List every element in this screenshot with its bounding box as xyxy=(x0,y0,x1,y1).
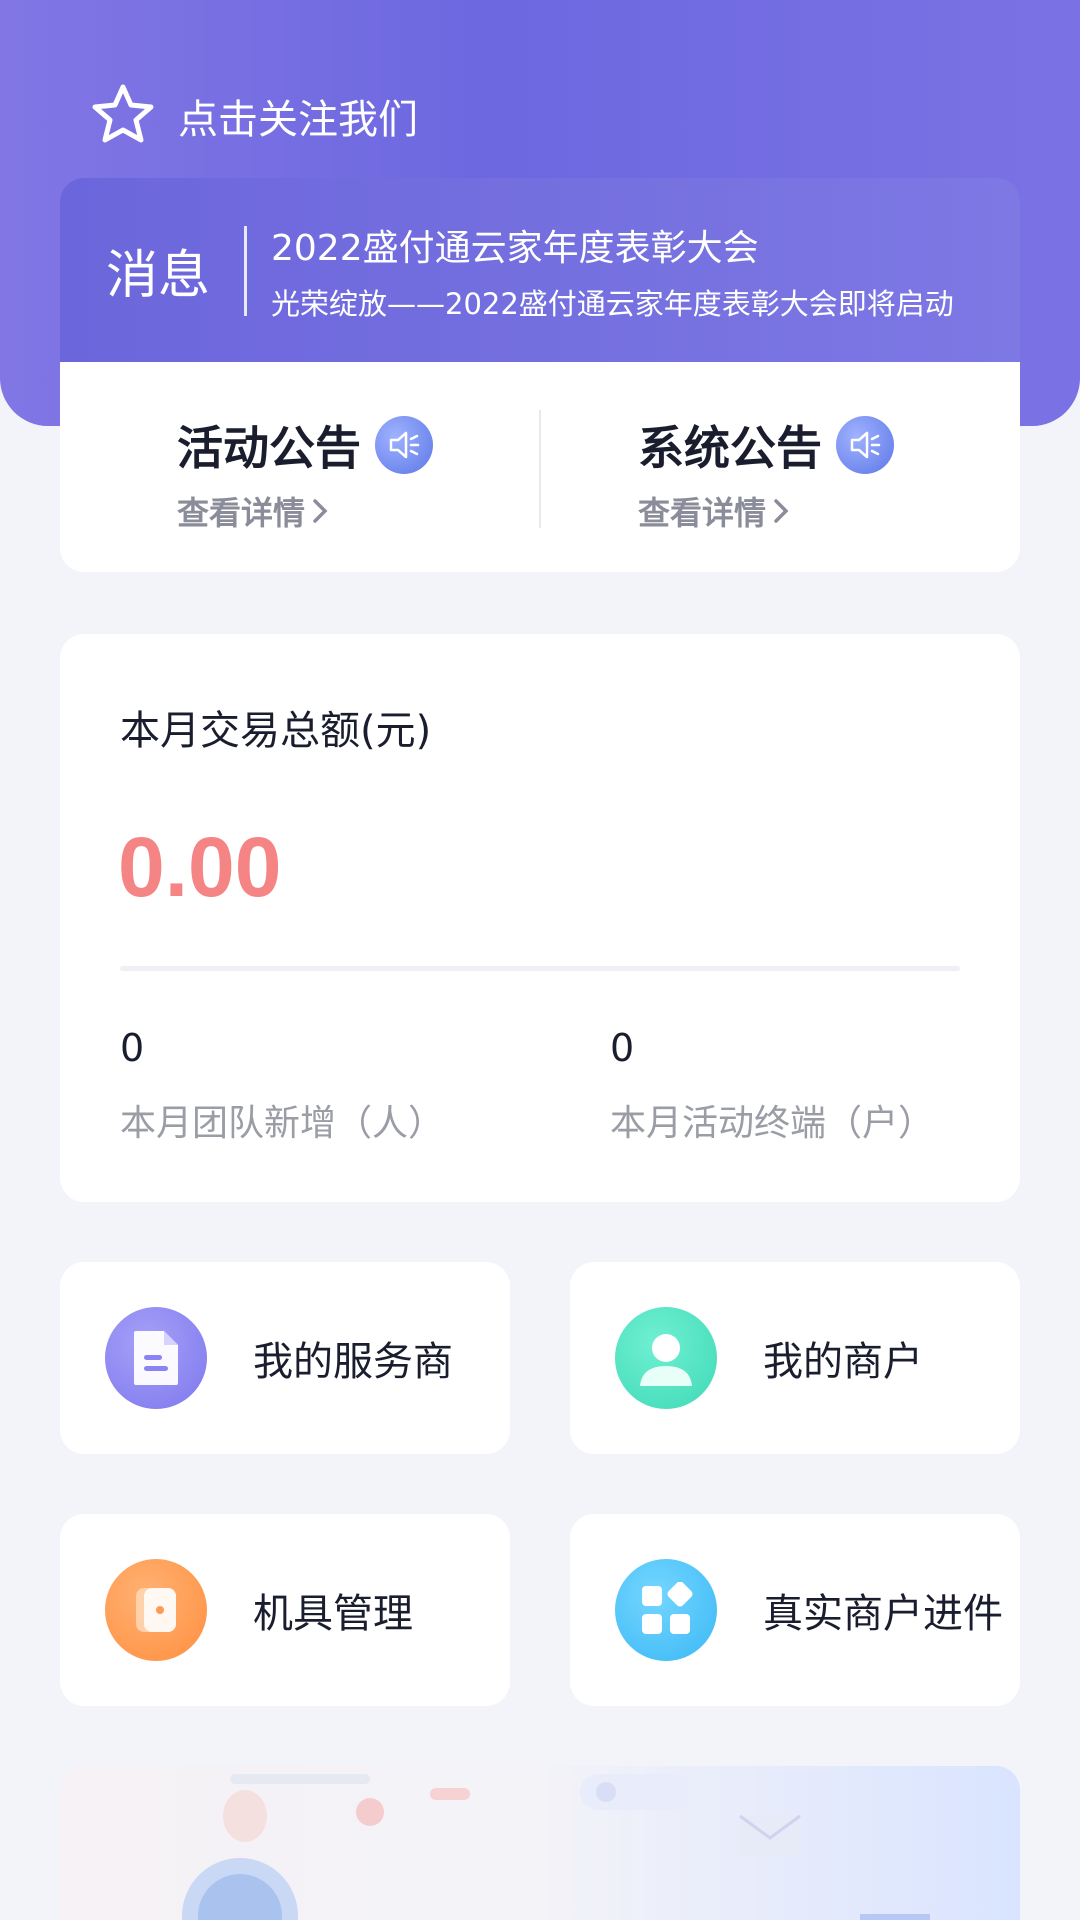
message-label: 消息 xyxy=(106,246,211,306)
system-notice-link[interactable]: 查看详情 xyxy=(638,488,894,534)
team-new-value: 0 xyxy=(120,1026,145,1070)
my-merchants-button[interactable]: 我的商户 xyxy=(570,1262,1020,1454)
monthly-total-label: 本月交易总额(元) xyxy=(120,708,432,754)
grid-apps-icon xyxy=(615,1559,717,1661)
promo-illustration xyxy=(182,1774,930,1920)
my-merchants-label: 我的商户 xyxy=(763,1339,923,1385)
team-new-stat: 0 本月团队新增（人） xyxy=(120,1026,444,1146)
promo-banner[interactable] xyxy=(60,1766,1020,1920)
speaker-icon xyxy=(375,416,433,474)
active-terminals-value: 0 xyxy=(610,1026,635,1070)
chevron-right-icon xyxy=(774,499,789,523)
speaker-icon xyxy=(836,416,894,474)
message-subtitle: 光荣绽放——2022盛付通云家年度表彰大会即将启动 xyxy=(271,286,954,321)
device-management-label: 机具管理 xyxy=(253,1591,413,1637)
star-icon xyxy=(90,83,156,149)
document-icon xyxy=(105,1307,207,1409)
view-details-label: 查看详情 xyxy=(177,494,306,532)
chevron-right-icon xyxy=(313,499,328,523)
my-service-providers-button[interactable]: 我的服务商 xyxy=(60,1262,510,1454)
follow-us-button[interactable]: 点击关注我们 xyxy=(90,84,418,148)
message-divider xyxy=(244,225,247,316)
active-terminals-stat: 0 本月活动终端（户） xyxy=(610,1026,934,1146)
activity-notice[interactable]: 活动公告 查看详情 xyxy=(177,412,433,534)
view-details-label: 查看详情 xyxy=(638,494,767,532)
my-service-providers-label: 我的服务商 xyxy=(253,1339,453,1385)
monthly-stats-card: 本月交易总额(元) 0.00 0 本月团队新增（人） 0 本月活动终端（户） xyxy=(60,634,1020,1202)
system-notice[interactable]: 系统公告 查看详情 xyxy=(638,412,894,534)
notice-card: 活动公告 查看详情 系统公告 查看详情 xyxy=(60,362,1020,572)
notice-divider xyxy=(539,410,541,528)
message-banner[interactable]: 消息 2022盛付通云家年度表彰大会 光荣绽放——2022盛付通云家年度表彰大会… xyxy=(60,178,1020,363)
user-icon xyxy=(615,1307,717,1409)
system-notice-title: 系统公告 xyxy=(638,421,822,475)
activity-notice-title: 活动公告 xyxy=(177,421,361,475)
team-new-label: 本月团队新增（人） xyxy=(120,1103,445,1144)
message-title: 2022盛付通云家年度表彰大会 xyxy=(271,227,759,269)
activity-notice-link[interactable]: 查看详情 xyxy=(177,488,433,534)
active-terminals-label: 本月活动终端（户） xyxy=(610,1103,935,1144)
merchant-onboarding-button[interactable]: 真实商户进件 xyxy=(570,1514,1020,1706)
device-management-button[interactable]: 机具管理 xyxy=(60,1514,510,1706)
wallet-icon xyxy=(105,1559,207,1661)
merchant-onboarding-label: 真实商户进件 xyxy=(763,1591,1003,1637)
stats-divider xyxy=(120,966,960,971)
monthly-total-amount: 0.00 xyxy=(118,820,282,914)
follow-us-label: 点击关注我们 xyxy=(178,97,418,143)
